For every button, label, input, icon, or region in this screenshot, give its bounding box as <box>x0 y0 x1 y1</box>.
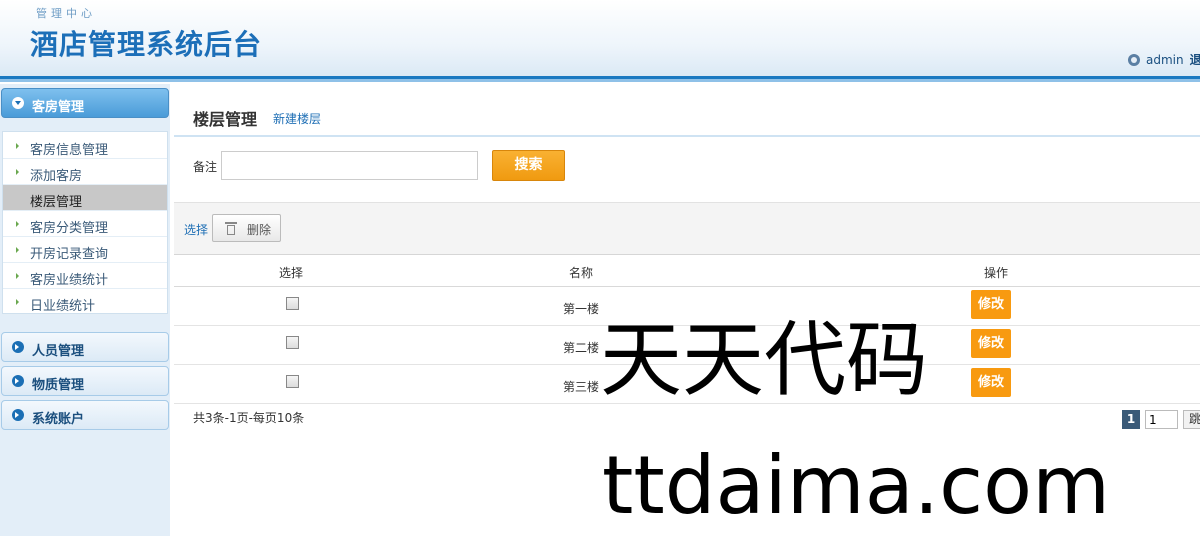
page-jump-input[interactable] <box>1145 410 1178 429</box>
user-icon <box>1128 54 1140 66</box>
sidebar-item-daily-performance[interactable]: 日业绩统计 <box>3 289 167 315</box>
sidebar-group-label: 物质管理 <box>32 378 85 393</box>
edit-button[interactable]: 修改 <box>971 329 1011 358</box>
sidebar-item-label: 客房信息管理 <box>30 143 109 158</box>
sidebar-item-checkin-records[interactable]: 开房记录查询 <box>3 237 167 263</box>
header-divider-light <box>0 79 1200 82</box>
logout-link[interactable]: 退 <box>1190 53 1200 67</box>
arrow-right-icon <box>16 247 19 253</box>
column-header-name: 名称 <box>569 266 594 280</box>
edit-button[interactable]: 修改 <box>971 368 1011 397</box>
sidebar-item-room-performance[interactable]: 客房业绩统计 <box>3 263 167 289</box>
column-header-actions: 操作 <box>984 266 1009 280</box>
username[interactable]: admin <box>1146 53 1184 67</box>
arrow-right-icon <box>16 143 19 149</box>
sidebar-item-add-room[interactable]: 添加客房 <box>3 159 167 185</box>
sidebar-group-staff[interactable]: 人员管理 <box>1 332 169 362</box>
search-label: 备注 <box>193 160 218 174</box>
sidebar-item-label: 日业绩统计 <box>30 299 96 314</box>
sidebar-item-room-info[interactable]: 客房信息管理 <box>3 133 167 159</box>
delete-button-label: 删除 <box>247 223 272 237</box>
floor-name: 第一楼 <box>563 302 600 316</box>
floor-name: 第二楼 <box>563 341 600 355</box>
app-header: 管理中心 酒店管理系统后台 admin 退 <box>0 0 1200 76</box>
row-checkbox[interactable] <box>286 336 299 349</box>
sidebar-menu: 客房信息管理 添加客房 楼层管理 客房分类管理 开房记录查询 客房业绩统计 日业… <box>2 131 168 315</box>
row-checkbox[interactable] <box>286 297 299 310</box>
edit-button[interactable]: 修改 <box>971 290 1011 319</box>
sidebar-group-label: 人员管理 <box>32 344 85 359</box>
chevron-down-icon <box>12 97 24 109</box>
chevron-right-icon <box>12 341 24 353</box>
trash-icon <box>225 221 237 235</box>
sidebar-item-label: 添加客房 <box>30 169 83 184</box>
new-floor-link[interactable]: 新建楼层 <box>273 110 321 127</box>
table-header: 选择 名称 操作 <box>174 256 1200 287</box>
jump-button[interactable]: 跳 <box>1183 410 1200 429</box>
arrow-right-icon <box>16 221 19 227</box>
row-checkbox[interactable] <box>286 375 299 388</box>
table-toolbar <box>174 202 1200 255</box>
sidebar-group-accounts[interactable]: 系统账户 <box>1 400 169 430</box>
sidebar-group-materials[interactable]: 物质管理 <box>1 366 169 396</box>
sidebar-item-room-category[interactable]: 客房分类管理 <box>3 211 167 237</box>
current-page-number[interactable]: 1 <box>1122 410 1140 429</box>
watermark-text-en: ttdaima.com <box>602 439 1111 532</box>
floor-name: 第三楼 <box>563 380 600 394</box>
sidebar-item-label: 开房记录查询 <box>30 247 109 262</box>
sidebar-item-floor-management[interactable]: 楼层管理 <box>3 185 167 211</box>
sidebar-item-label: 客房分类管理 <box>30 221 109 236</box>
chevron-right-icon <box>12 409 24 421</box>
select-all-link[interactable]: 选择 <box>184 221 208 238</box>
sidebar-item-label: 楼层管理 <box>30 195 83 210</box>
user-info: admin 退 <box>1128 51 1200 68</box>
pagination-summary: 共3条-1页-每页10条 <box>193 411 305 425</box>
header-subtitle: 管理中心 <box>36 7 96 20</box>
column-header-select: 选择 <box>279 266 304 280</box>
search-button[interactable]: 搜索 <box>492 150 565 181</box>
delete-button[interactable]: 删除 <box>212 214 281 242</box>
remark-search-input[interactable] <box>221 151 478 180</box>
watermark-text-cn: 天天代码 <box>600 313 929 408</box>
sidebar-group-rooms[interactable]: 客房管理 <box>1 88 169 118</box>
page-title: 楼层管理 <box>193 110 258 129</box>
app-title: 酒店管理系统后台 <box>30 28 263 61</box>
arrow-right-icon <box>16 273 19 279</box>
title-divider <box>174 135 1200 137</box>
sidebar-group-label: 系统账户 <box>32 412 85 427</box>
sidebar-group-label: 客房管理 <box>32 100 85 115</box>
arrow-right-icon <box>16 169 19 175</box>
sidebar-item-label: 客房业绩统计 <box>30 273 109 288</box>
chevron-right-icon <box>12 375 24 387</box>
arrow-right-icon <box>16 299 19 305</box>
